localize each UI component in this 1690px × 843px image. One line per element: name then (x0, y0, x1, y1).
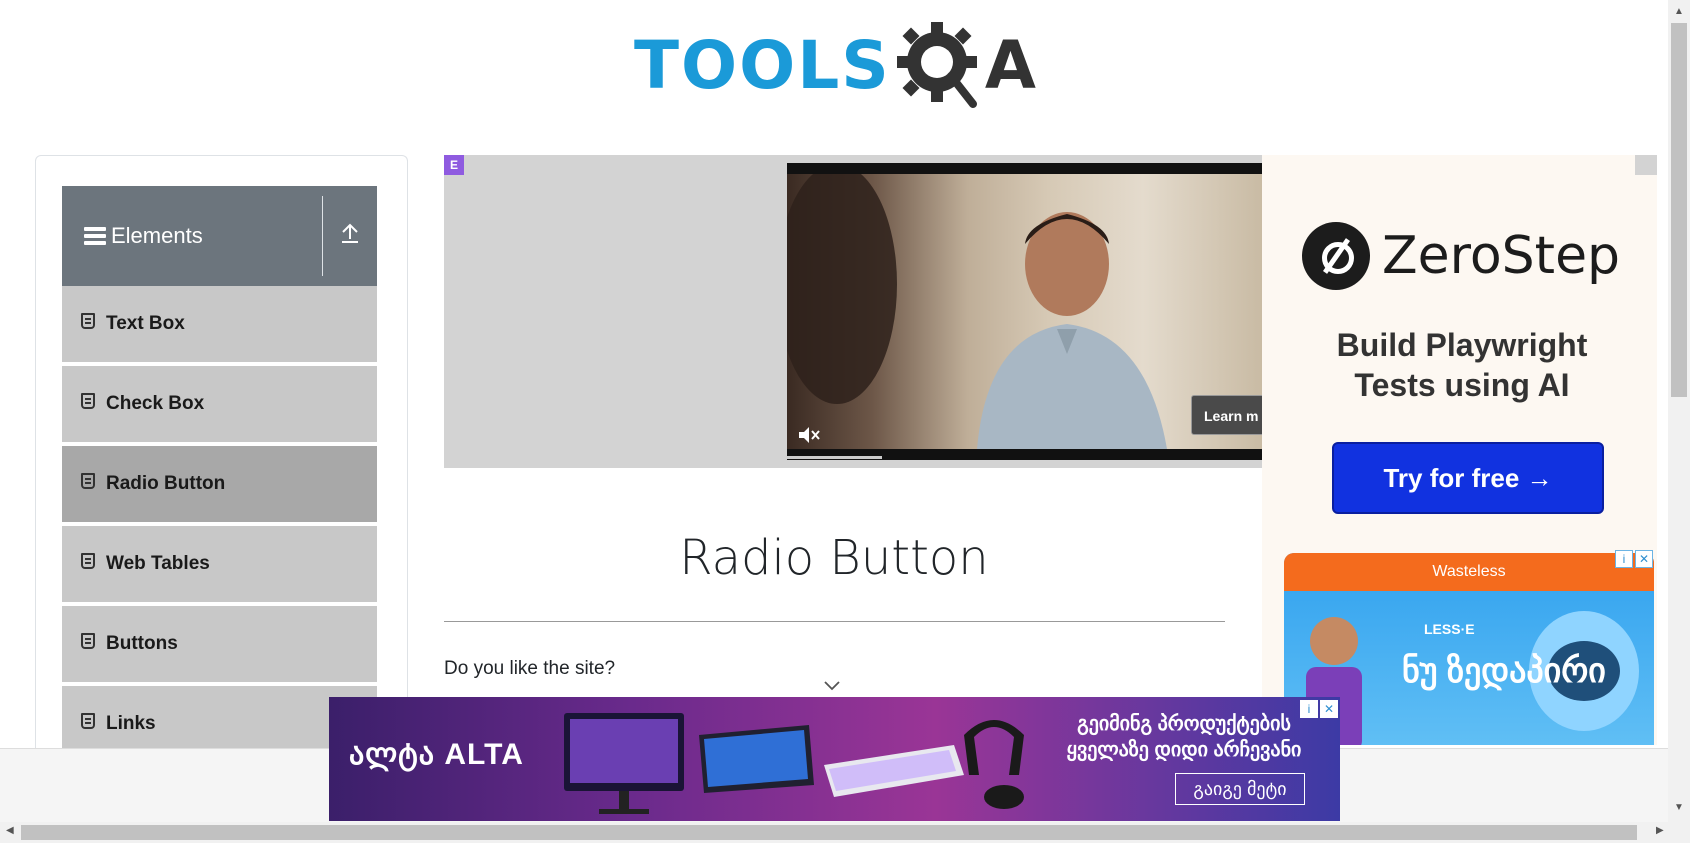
file-icon (81, 633, 95, 649)
wasteless-brand: Wasteless (1284, 553, 1654, 591)
sidebar-item-text-box[interactable]: Text Box (62, 286, 377, 364)
chevron-down-icon[interactable] (822, 678, 842, 692)
ad-badge[interactable]: E (444, 155, 464, 175)
vertical-scroll-thumb[interactable] (1671, 23, 1687, 397)
video-progress-bar[interactable] (787, 456, 882, 459)
file-icon (81, 553, 95, 569)
video-player[interactable]: Learn m (787, 163, 1262, 460)
elements-group-header[interactable]: Elements (62, 186, 377, 286)
scroll-up-icon[interactable]: ▲ (1674, 6, 1684, 17)
scroll-left-icon[interactable]: ◀ (6, 825, 14, 836)
file-icon (81, 393, 95, 409)
zerostep-mark-icon (1302, 222, 1370, 290)
video-person-image (977, 212, 1167, 449)
gear-magnifier-icon (896, 22, 977, 108)
sidebar-item-radio-button[interactable]: Radio Button (62, 446, 377, 524)
sidebar-item-label: Buttons (106, 633, 178, 654)
alta-logo-name: ALTA (444, 738, 524, 771)
scroll-down-icon[interactable]: ▼ (1674, 802, 1684, 813)
horizontal-scroll-thumb[interactable] (21, 825, 1637, 840)
zerostep-ad[interactable]: ZeroStep Build Playwright Tests using AI… (1262, 155, 1657, 745)
toolsqa-logo[interactable]: TOOLS A (634, 18, 1039, 114)
page-title: Radio Button (679, 530, 989, 586)
file-icon (81, 713, 95, 729)
logo-text: TOOLS (634, 27, 891, 104)
muted-speaker-icon[interactable] (797, 425, 821, 445)
hamburger-icon (84, 224, 106, 248)
alta-logo: ალტა ALTA (349, 737, 524, 772)
sidebar-item-label: Check Box (106, 393, 205, 414)
scroll-right-icon[interactable]: ▶ (1656, 825, 1664, 836)
sidebar-item-buttons[interactable]: Buttons (62, 606, 377, 684)
vertical-scrollbar[interactable]: ▲ ▼ (1668, 0, 1690, 822)
sidebar-item-label: Text Box (106, 313, 185, 334)
lesse-tag: LESS·E (1424, 621, 1475, 637)
sidebar-item-label: Links (106, 713, 156, 734)
file-icon (81, 313, 95, 329)
alta-banner-ad[interactable]: ალტა ALTA გეიმინგ პროდუქტების ყველაზე დი… (329, 697, 1340, 821)
page: TOOLS A Elements Text Box Check Box Radi… (0, 0, 1690, 843)
try-for-free-button[interactable]: Try for free → (1332, 442, 1604, 514)
logo-suffix: A (984, 27, 1036, 104)
wasteless-headline: ნუ ზედაპირი (1402, 652, 1606, 690)
learn-more-button[interactable]: Learn m (1191, 395, 1262, 435)
horizontal-scrollbar[interactable]: ◀ ▶ (0, 822, 1690, 843)
zerostep-logo: ZeroStep (1302, 222, 1620, 290)
ad-info-icon[interactable]: i (1615, 550, 1633, 568)
learn-more-button[interactable]: გაიგე მეტი (1175, 773, 1305, 805)
sidebar-item-check-box[interactable]: Check Box (62, 366, 377, 444)
gaming-products-image (564, 713, 1024, 814)
collapse-arrow-icon[interactable] (323, 222, 377, 250)
ad-info-icon[interactable]: i (1300, 700, 1318, 718)
group-title: Elements (111, 223, 203, 248)
alta-headline: გეიმინგ პროდუქტების ყველაზე დიდი არჩევან… (1066, 713, 1302, 761)
zerostep-name: ZeroStep (1382, 226, 1621, 286)
sidebar-item-label: Radio Button (106, 473, 226, 494)
file-icon (81, 473, 95, 489)
ad-close-icon[interactable]: ✕ (1320, 700, 1338, 718)
ad-close-icon[interactable]: ✕ (1635, 550, 1653, 568)
blurred-figure-image (787, 174, 897, 404)
zerostep-tagline: Build Playwright Tests using AI (1336, 327, 1588, 403)
radio-question: Do you like the site? (444, 658, 616, 679)
alta-logo-prefix: ალტა (349, 738, 436, 771)
sidebar-item-label: Web Tables (106, 553, 210, 574)
ad-close-box[interactable] (1635, 155, 1657, 175)
sidebar-item-web-tables[interactable]: Web Tables (62, 526, 377, 604)
title-divider (444, 621, 1225, 622)
